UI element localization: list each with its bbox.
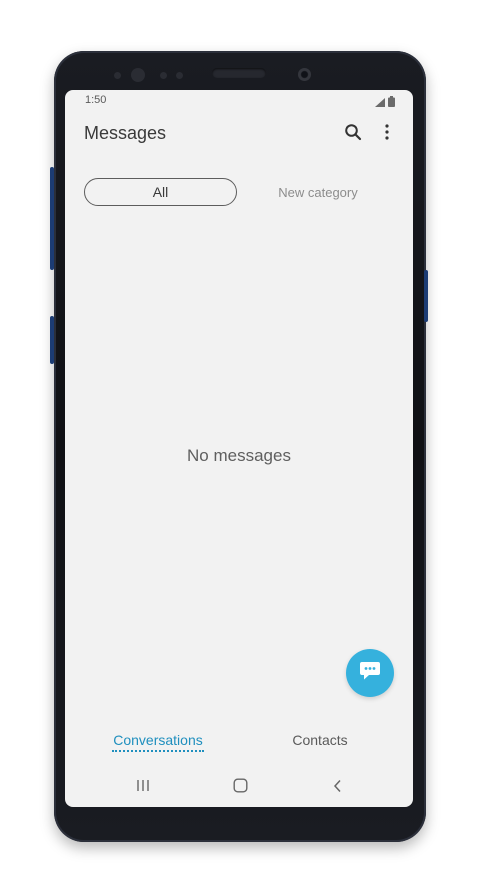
battery-icon [388,94,395,112]
status-bar: 1:50 [65,90,413,110]
iris-camera-icon [131,68,145,82]
active-tab-indicator [112,750,204,752]
navigation-bar [65,770,413,807]
more-options-button[interactable] [377,122,397,146]
tab-conversations-label: Conversations [113,732,203,748]
back-icon [333,779,343,798]
sensor-icon [160,72,167,79]
front-camera-icon [298,68,311,81]
recents-icon [136,779,150,797]
status-time: 1:50 [85,94,107,106]
screen: 1:50 Messages All New category No messag… [65,90,413,807]
search-button[interactable] [341,122,365,146]
tab-conversations[interactable]: Conversations [105,732,211,752]
empty-state-text: No messages [187,446,291,465]
category-chip-all[interactable]: All [84,178,237,206]
more-vert-icon [385,123,389,145]
signal-icon [375,94,385,112]
home-button[interactable] [228,778,252,798]
power-button [424,270,428,322]
volume-button [50,167,54,270]
back-button[interactable] [326,778,350,798]
sensor-icon [176,72,183,79]
compose-button[interactable] [346,649,394,697]
sensor-icon [114,72,121,79]
tab-contacts-label: Contacts [292,732,348,748]
recents-button[interactable] [131,778,155,798]
earpiece-speaker [212,68,266,78]
status-icons [375,94,395,112]
home-icon [233,778,248,798]
bixby-button [50,316,54,364]
tab-contacts[interactable]: Contacts [275,732,365,748]
page-title: Messages [84,123,167,143]
search-icon [344,123,362,146]
compose-message-icon [359,661,381,686]
category-chip-new[interactable]: New category [258,178,378,206]
